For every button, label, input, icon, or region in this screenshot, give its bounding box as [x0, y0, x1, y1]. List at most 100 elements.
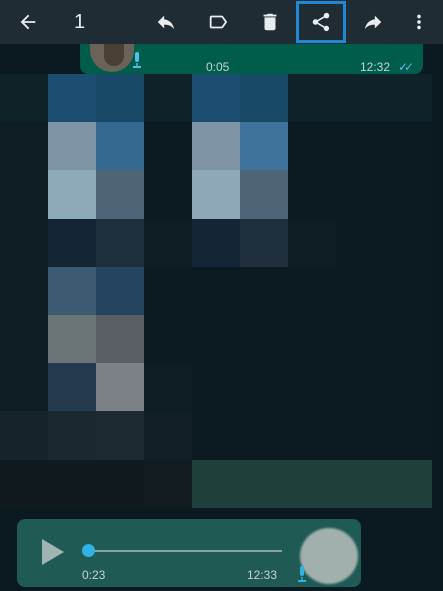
image-pixel-block — [240, 459, 288, 508]
more-vert-icon[interactable] — [397, 0, 441, 44]
avatar — [300, 528, 358, 584]
image-pixel-block — [288, 459, 336, 508]
image-pixel-block — [96, 411, 144, 460]
image-pixel-block — [336, 122, 384, 171]
image-pixel-block — [144, 218, 192, 267]
image-pixel-block — [144, 411, 192, 460]
read-ticks-icon: ✓✓ — [398, 60, 414, 74]
share-icon[interactable] — [299, 0, 343, 44]
image-pixel-block — [144, 266, 192, 315]
pixelated-image[interactable] — [0, 74, 443, 508]
image-pixel-block — [384, 459, 432, 508]
image-pixel-block — [336, 218, 384, 267]
image-pixel-block — [0, 170, 48, 219]
image-pixel-block — [192, 411, 240, 460]
image-pixel-block — [0, 411, 48, 460]
image-pixel-block — [240, 74, 288, 123]
image-pixel-block — [288, 122, 336, 171]
image-pixel-block — [48, 459, 96, 508]
image-pixel-block — [48, 218, 96, 267]
mic-icon — [297, 566, 307, 582]
image-pixel-block — [192, 122, 240, 171]
image-pixel-block — [240, 122, 288, 171]
image-pixel-block — [144, 122, 192, 171]
reply-icon[interactable] — [144, 0, 188, 44]
image-pixel-block — [0, 363, 48, 412]
image-pixel-block — [240, 170, 288, 219]
image-pixel-block — [96, 218, 144, 267]
image-pixel-block — [0, 314, 48, 364]
image-pixel-block — [192, 266, 240, 315]
back-arrow-icon[interactable] — [6, 0, 50, 44]
image-pixel-block — [336, 411, 384, 460]
forward-icon[interactable] — [351, 0, 395, 44]
image-pixel-block — [240, 218, 288, 267]
image-pixel-block — [288, 74, 336, 123]
image-pixel-block — [192, 314, 240, 364]
image-pixel-block — [240, 363, 288, 412]
image-pixel-block — [144, 459, 192, 508]
image-pixel-block — [240, 314, 288, 364]
voice-duration: 0:05 — [206, 60, 230, 74]
image-pixel-block — [336, 314, 384, 364]
image-pixel-block — [48, 170, 96, 219]
delete-icon[interactable] — [248, 0, 292, 44]
message-time: 12:33 — [247, 568, 278, 582]
image-pixel-block — [192, 459, 240, 508]
image-pixel-block — [192, 170, 240, 219]
image-pixel-block — [288, 363, 336, 412]
image-pixel-block — [336, 363, 384, 412]
image-pixel-block — [144, 314, 192, 364]
selection-toolbar: 1 — [0, 0, 443, 44]
image-pixel-block — [192, 363, 240, 412]
image-pixel-block — [384, 74, 432, 123]
image-pixel-block — [336, 170, 384, 219]
image-pixel-block — [144, 363, 192, 412]
image-pixel-block — [0, 122, 48, 171]
image-pixel-block — [288, 170, 336, 219]
image-pixel-block — [0, 74, 48, 123]
selected-count: 1 — [74, 10, 86, 33]
image-pixel-block — [48, 122, 96, 171]
image-pixel-block — [48, 74, 96, 123]
image-pixel-block — [288, 218, 336, 267]
image-pixel-block — [0, 218, 48, 267]
image-pixel-block — [96, 122, 144, 171]
label-icon[interactable] — [196, 0, 240, 44]
image-pixel-block — [288, 411, 336, 460]
image-pixel-block — [96, 170, 144, 219]
image-pixel-block — [48, 266, 96, 315]
image-pixel-block — [192, 74, 240, 123]
image-pixel-block — [48, 363, 96, 412]
image-pixel-block — [240, 411, 288, 460]
image-pixel-block — [144, 74, 192, 123]
message-time: 12:32 — [360, 60, 391, 74]
image-pixel-block — [384, 122, 432, 171]
image-pixel-block — [336, 74, 384, 123]
play-icon[interactable] — [40, 538, 66, 566]
image-pixel-block — [384, 411, 432, 460]
image-pixel-block — [288, 314, 336, 364]
image-pixel-block — [384, 218, 432, 267]
image-pixel-block — [0, 266, 48, 315]
image-pixel-block — [96, 314, 144, 364]
image-pixel-block — [96, 459, 144, 508]
image-pixel-block — [96, 363, 144, 412]
image-pixel-block — [384, 170, 432, 219]
image-pixel-block — [0, 459, 48, 508]
image-pixel-block — [240, 266, 288, 315]
image-pixel-block — [336, 266, 384, 315]
image-pixel-block — [96, 74, 144, 123]
image-pixel-block — [336, 459, 384, 508]
image-pixel-block — [96, 266, 144, 315]
voice-duration: 0:23 — [82, 568, 106, 582]
image-pixel-block — [288, 266, 336, 315]
image-pixel-block — [48, 411, 96, 460]
image-pixel-block — [48, 314, 96, 364]
image-pixel-block — [384, 314, 432, 364]
audio-progress-knob[interactable] — [82, 544, 95, 557]
image-pixel-block — [144, 170, 192, 219]
audio-progress-track[interactable] — [90, 550, 282, 552]
image-pixel-block — [192, 218, 240, 267]
mic-icon — [132, 52, 142, 68]
